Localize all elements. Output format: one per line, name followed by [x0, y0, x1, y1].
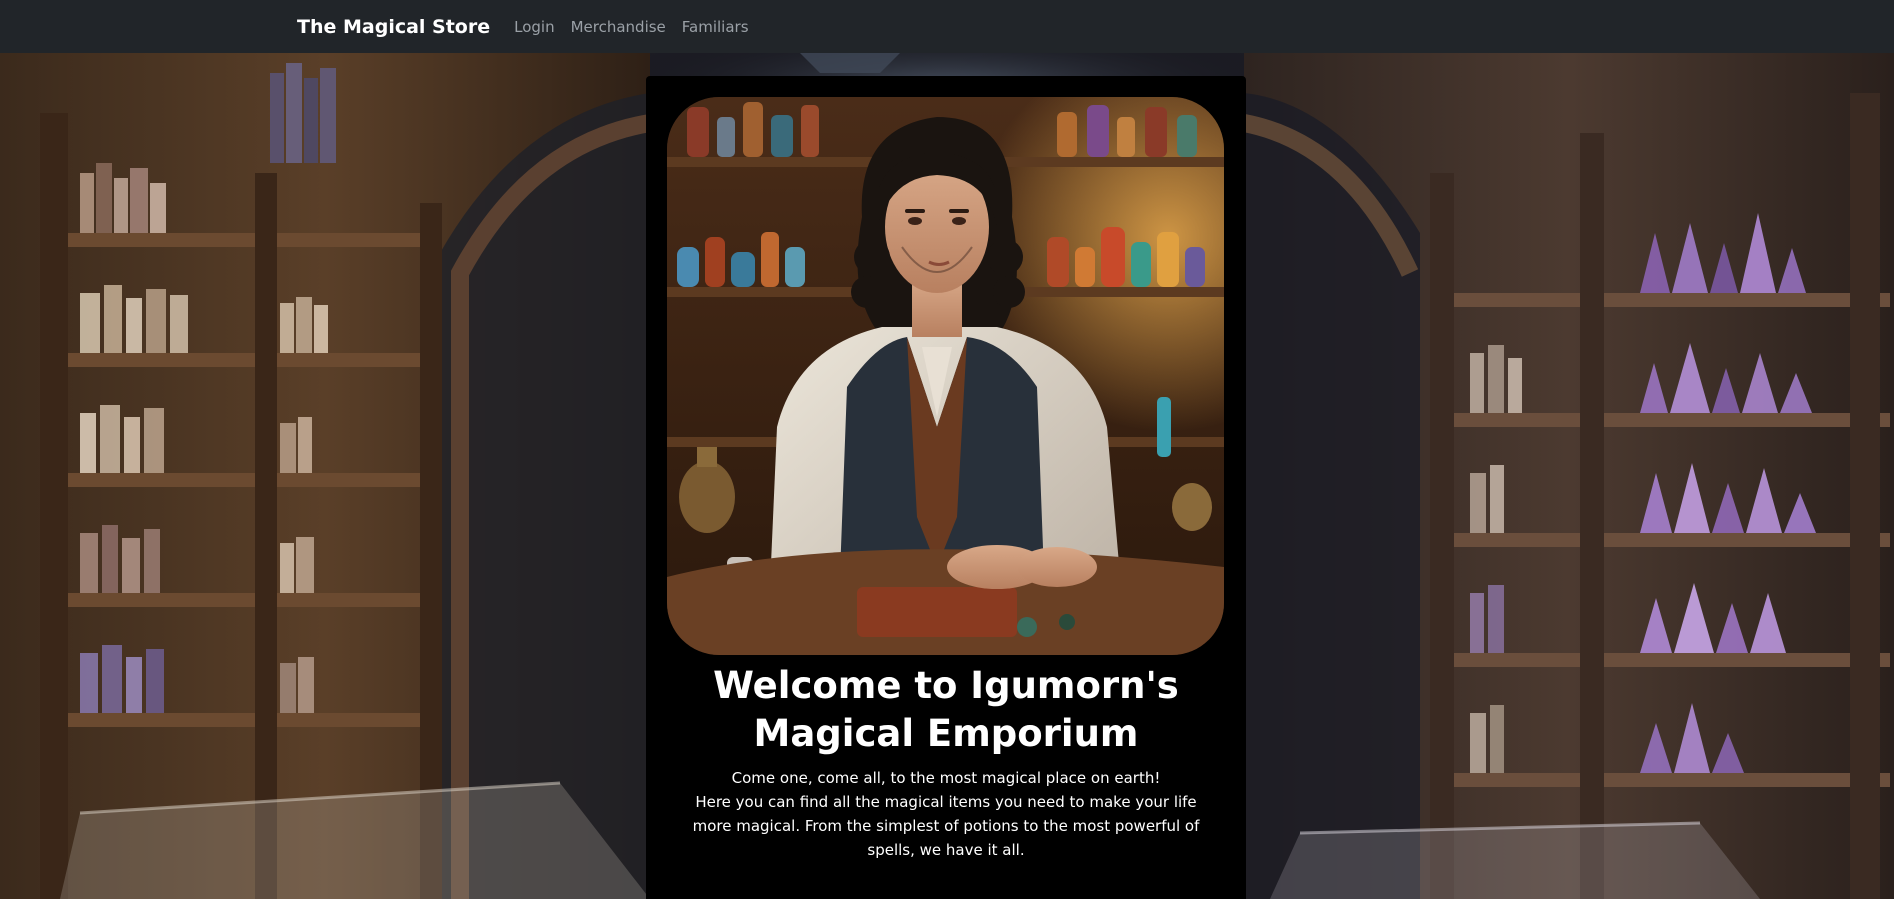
- welcome-heading: Welcome to Igumorn's Magical Emporium: [646, 662, 1246, 758]
- nav-link-familiars[interactable]: Familiars: [682, 18, 749, 36]
- welcome-card: Welcome to Igumorn's Magical Emporium Co…: [646, 76, 1246, 899]
- welcome-body-text: Here you can find all the magical items …: [692, 793, 1200, 859]
- shopkeeper-portrait-image: [667, 97, 1224, 655]
- welcome-heading-line1: Welcome to Igumorn's: [713, 664, 1179, 707]
- brand-link[interactable]: The Magical Store: [297, 16, 490, 38]
- nav-link-merchandise[interactable]: Merchandise: [571, 18, 666, 36]
- welcome-heading-line2: Magical Emporium: [753, 712, 1139, 755]
- welcome-description: Come one, come all, to the most magical …: [676, 766, 1216, 862]
- top-navbar: The Magical Store Login Merchandise Fami…: [0, 0, 1894, 53]
- nav-link-login[interactable]: Login: [514, 18, 554, 36]
- welcome-tagline: Come one, come all, to the most magical …: [731, 769, 1161, 787]
